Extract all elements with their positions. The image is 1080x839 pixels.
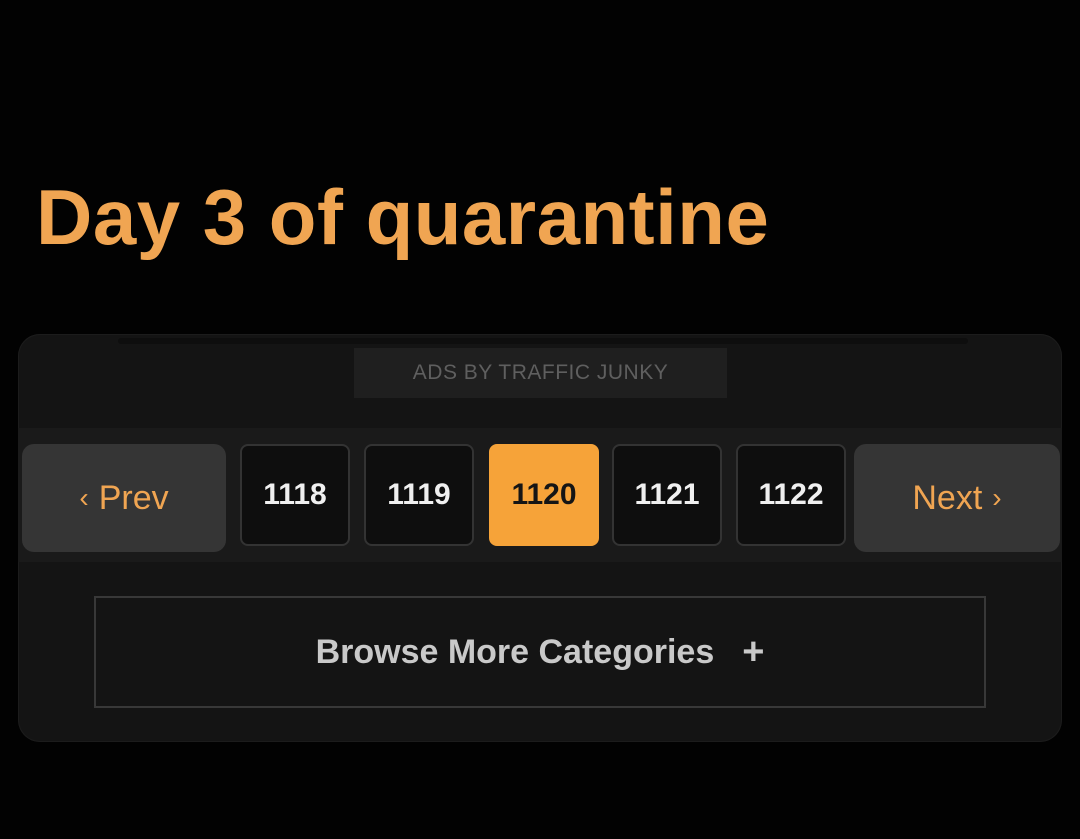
prev-button[interactable]: ‹ Prev (22, 444, 226, 552)
panel-top-divider (118, 338, 968, 344)
page-button-1121[interactable]: 1121 (612, 444, 722, 546)
browse-more-categories-button[interactable]: Browse More Categories + (94, 596, 986, 708)
pagination-panel: ADS BY TRAFFIC JUNKY ‹ Prev 1118 1119 11… (18, 334, 1062, 742)
chevron-left-icon: ‹ (79, 482, 89, 513)
pagination-bar: ‹ Prev 1118 1119 1120 1121 1122 Next › (18, 428, 1062, 562)
headline: Day 3 of quarantine (36, 173, 770, 261)
page-button-1118[interactable]: 1118 (240, 444, 350, 546)
page-button-current[interactable]: 1120 (489, 444, 599, 546)
next-button[interactable]: Next › (854, 444, 1060, 552)
ads-label[interactable]: ADS BY TRAFFIC JUNKY (354, 348, 727, 398)
page-button-1122[interactable]: 1122 (736, 444, 846, 546)
chevron-right-icon: › (992, 482, 1002, 513)
next-button-label: Next (912, 478, 983, 517)
browse-more-categories-label: Browse More Categories (315, 632, 715, 671)
prev-button-label: Prev (98, 478, 169, 517)
page-button-1119[interactable]: 1119 (364, 444, 474, 546)
plus-icon: + (742, 630, 765, 673)
